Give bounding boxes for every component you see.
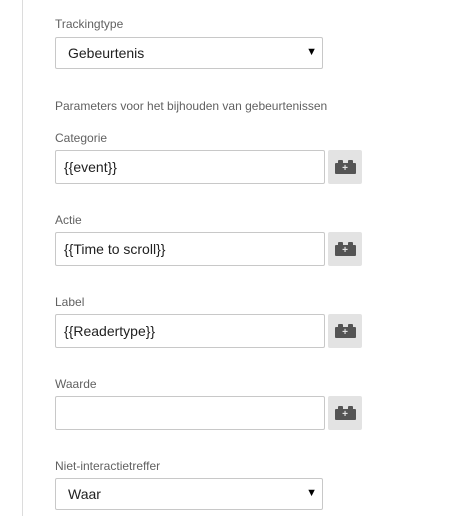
tracking-type-label: Trackingtype bbox=[55, 17, 124, 31]
action-variable-button[interactable]: + bbox=[328, 232, 362, 266]
category-value: {{event}} bbox=[64, 159, 117, 175]
variable-brick-icon: + bbox=[334, 160, 356, 174]
left-divider bbox=[22, 0, 23, 516]
event-value-label: Waarde bbox=[55, 377, 97, 391]
event-label-value: {{Readertype}} bbox=[64, 323, 156, 339]
tracking-type-select[interactable]: Gebeurtenis ▼ bbox=[55, 37, 323, 69]
event-value-input[interactable] bbox=[55, 396, 325, 430]
variable-brick-icon: + bbox=[334, 242, 356, 256]
event-label-input[interactable]: {{Readertype}} bbox=[55, 314, 325, 348]
category-input[interactable]: {{event}} bbox=[55, 150, 325, 184]
event-label-label: Label bbox=[55, 295, 85, 309]
event-value-variable-button[interactable]: + bbox=[328, 396, 362, 430]
category-variable-button[interactable]: + bbox=[328, 150, 362, 184]
event-params-heading: Parameters voor het bijhouden van gebeur… bbox=[55, 99, 328, 113]
non-interaction-label: Niet-interactietreffer bbox=[55, 459, 161, 473]
category-label: Categorie bbox=[55, 131, 108, 145]
non-interaction-select[interactable]: Waar ▼ bbox=[55, 478, 323, 510]
action-value: {{Time to scroll}} bbox=[64, 241, 166, 257]
variable-brick-icon: + bbox=[334, 324, 356, 338]
tracking-type-value: Gebeurtenis bbox=[68, 45, 145, 61]
action-label: Actie bbox=[55, 213, 82, 227]
chevron-down-icon: ▼ bbox=[306, 487, 317, 499]
variable-brick-icon: + bbox=[334, 406, 356, 420]
event-label-variable-button[interactable]: + bbox=[328, 314, 362, 348]
action-input[interactable]: {{Time to scroll}} bbox=[55, 232, 325, 266]
non-interaction-value: Waar bbox=[68, 486, 101, 502]
chevron-down-icon: ▼ bbox=[306, 46, 317, 58]
